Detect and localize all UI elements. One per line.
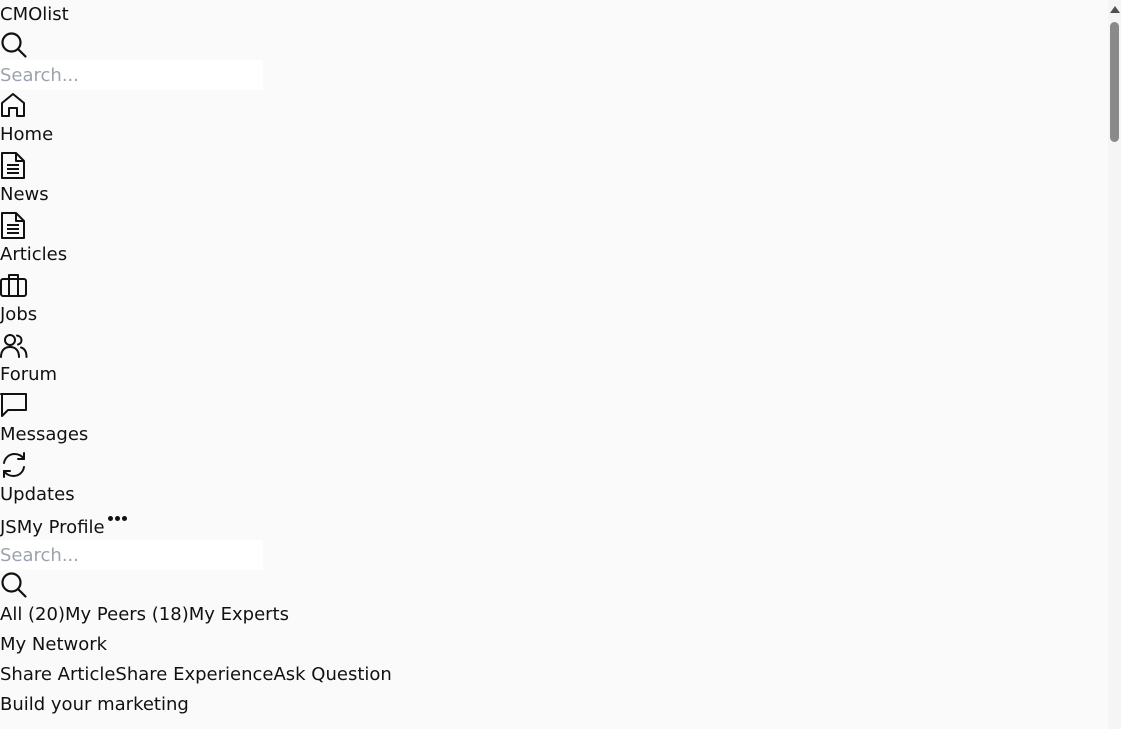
document-icon[interactable] <box>0 210 1108 240</box>
home-icon[interactable] <box>0 90 1108 120</box>
more-dots-icon[interactable] <box>107 516 129 521</box>
nav-articles[interactable]: Articles <box>0 240 1108 270</box>
users-icon[interactable] <box>0 330 1108 360</box>
main-content: CMOlist Home News <box>0 0 1108 720</box>
nav-messages[interactable]: Messages <box>0 420 1108 450</box>
document-icon[interactable] <box>0 150 1108 180</box>
filter-tabs: All (20)My Peers (18)My Experts <box>0 600 1108 630</box>
feed-teaser: Build your marketing <box>0 694 189 715</box>
nav-forum[interactable]: Forum <box>0 360 1108 390</box>
network-search-input[interactable] <box>0 540 263 570</box>
profile-menu[interactable]: JS My Profile <box>0 510 1108 540</box>
search-icon[interactable] <box>0 30 1108 60</box>
scroll-up-arrow-icon[interactable] <box>1110 6 1120 13</box>
search-icon[interactable] <box>0 570 1108 600</box>
ask-question-button[interactable]: Ask Question <box>273 664 391 685</box>
tab-peers[interactable]: My Peers (18) <box>65 604 189 625</box>
scroll-thumb[interactable] <box>1110 22 1119 142</box>
avatar[interactable]: JS <box>0 517 17 538</box>
action-buttons: Share ArticleShare ExperienceAsk Questio… <box>0 660 1108 690</box>
page: CMOlist Home News <box>0 0 1121 729</box>
profile-label[interactable]: My Profile <box>17 517 105 538</box>
refresh-icon[interactable] <box>0 450 1108 480</box>
nav-home[interactable]: Home <box>0 120 1108 150</box>
briefcase-icon[interactable] <box>0 270 1108 300</box>
nav-updates[interactable]: Updates <box>0 480 1108 510</box>
share-article-button[interactable]: Share Article <box>0 664 115 685</box>
nav-news[interactable]: News <box>0 180 1108 210</box>
share-experience-button[interactable]: Share Experience <box>115 664 273 685</box>
chat-icon[interactable] <box>0 390 1108 420</box>
network-title: My Network <box>0 634 108 655</box>
brand-logo[interactable]: CMOlist <box>0 0 1108 30</box>
search-input[interactable] <box>0 60 263 90</box>
tab-all[interactable]: All (20) <box>0 604 65 625</box>
vertical-scrollbar[interactable] <box>1108 0 1121 729</box>
tab-experts[interactable]: My Experts <box>189 604 289 625</box>
nav-jobs[interactable]: Jobs <box>0 300 1108 330</box>
